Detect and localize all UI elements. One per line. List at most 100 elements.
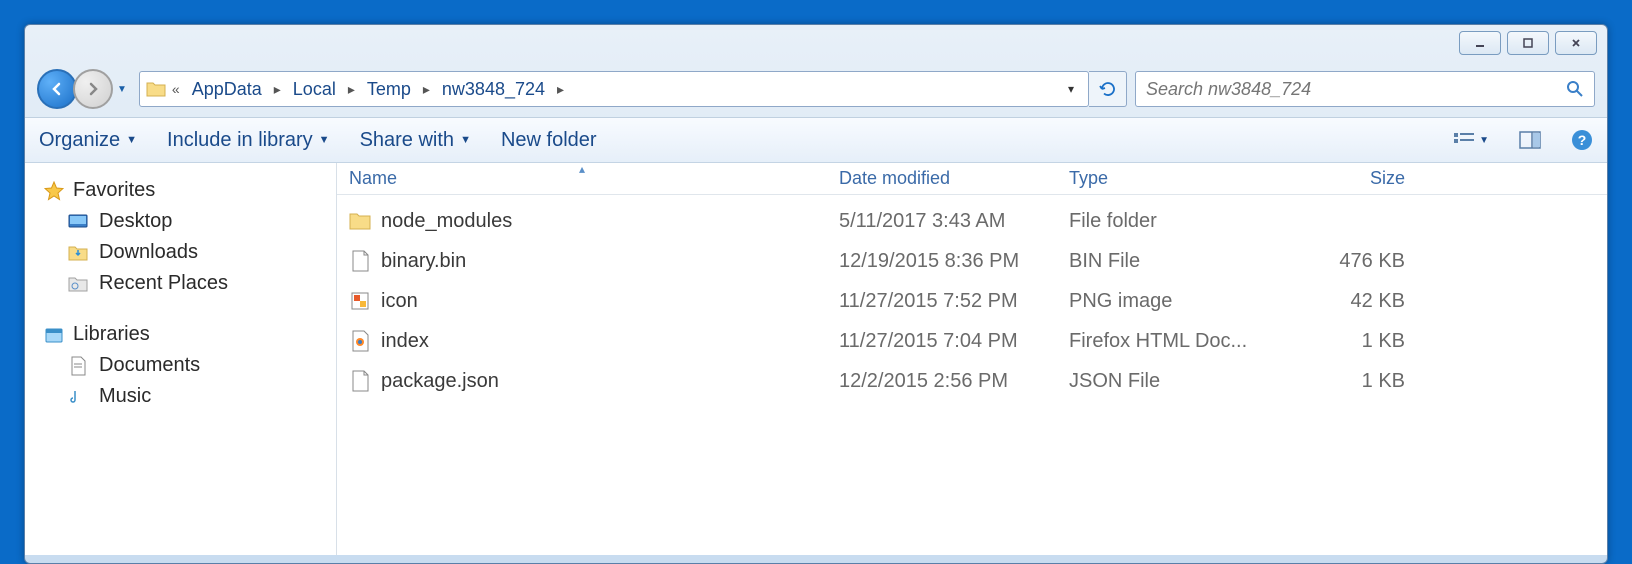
preview-pane-button[interactable] [1519,131,1541,149]
chevron-down-icon: ▼ [1479,135,1489,146]
sort-ascending-icon: ▴ [579,163,585,176]
share-with-menu[interactable]: Share with ▼ [360,129,471,152]
breadcrumb-chevron-icon[interactable]: ▸ [272,81,283,98]
sidebar-item-downloads[interactable]: Downloads [33,237,328,268]
explorer-window: ▼ « AppData ▸ Local ▸ Temp ▸ nw3848_724 … [24,24,1608,564]
file-row[interactable]: package.json 12/2/2015 2:56 PMJSON File1 … [337,361,1607,401]
nav-history-dropdown[interactable]: ▼ [113,84,131,95]
organize-menu[interactable]: Organize▼ [39,129,137,152]
address-dropdown[interactable]: ▾ [1060,82,1082,96]
file-list: ▴ Name Date modified Type Size node_modu… [337,163,1607,555]
file-date: 11/27/2015 7:04 PM [827,326,1057,357]
close-button[interactable] [1555,31,1597,55]
file-name: index [381,330,429,353]
favorites-header[interactable]: Favorites [33,175,328,206]
sidebar-item-label: Recent Places [99,272,228,295]
column-header-date[interactable]: Date modified [827,164,1057,193]
sidebar-item-documents[interactable]: Documents [33,350,328,381]
new-folder-button[interactable]: New folder [501,129,597,152]
minimize-button[interactable] [1459,31,1501,55]
address-bar[interactable]: « AppData ▸ Local ▸ Temp ▸ nw3848_724 ▸ … [139,71,1089,107]
refresh-button[interactable] [1089,71,1127,107]
star-icon [43,180,65,202]
file-name: icon [381,290,418,313]
search-bar[interactable] [1135,71,1595,107]
desktop-icon [67,211,89,233]
back-button[interactable] [37,69,77,109]
file-row[interactable]: icon11/27/2015 7:52 PMPNG image42 KB [337,281,1607,321]
file-date: 12/2/2015 2:56 PM [827,366,1057,397]
folder-icon [349,210,371,232]
breadcrumb-segment[interactable]: AppData [186,77,268,102]
organize-label: Organize [39,129,120,152]
nav-buttons: ▼ [37,69,131,109]
sidebar-item-desktop[interactable]: Desktop [33,206,328,237]
chevron-down-icon: ▼ [460,134,471,146]
libraries-header[interactable]: Libraries [33,319,328,350]
file-name: node_modules [381,210,512,233]
file-name: binary.bin [381,250,466,273]
sidebar-item-label: Documents [99,354,200,377]
sidebar-item-music[interactable]: Music [33,381,328,412]
column-header-size[interactable]: Size [1287,164,1417,193]
help-button[interactable]: ? [1571,129,1593,151]
column-header-type[interactable]: Type [1057,164,1287,193]
file-row[interactable]: index 11/27/2015 7:04 PMFirefox HTML Doc.… [337,321,1607,361]
window-controls [1459,31,1597,55]
folder-icon [146,80,166,98]
share-label: Share with [360,129,455,152]
file-size: 42 KB [1287,286,1417,317]
libraries-icon [43,324,65,346]
favorites-label: Favorites [73,179,155,202]
file-type: File folder [1057,206,1287,237]
music-icon [67,386,89,408]
column-label: Size [1370,168,1405,188]
column-header-name[interactable]: ▴ Name [337,164,827,193]
breadcrumb-segment[interactable]: nw3848_724 [436,77,551,102]
sidebar-item-recent[interactable]: Recent Places [33,268,328,299]
sidebar-item-label: Desktop [99,210,172,233]
breadcrumb-chevron-icon[interactable]: ▸ [555,81,566,98]
navigation-row: ▼ « AppData ▸ Local ▸ Temp ▸ nw3848_724 … [25,25,1607,117]
png-icon [349,290,371,312]
breadcrumb-segment[interactable]: Local [287,77,342,102]
libraries-group: Libraries Documents Music [33,319,328,412]
file-row[interactable]: binary.bin 12/19/2015 8:36 PMBIN File476 … [337,241,1607,281]
file-name: package.json [381,370,499,393]
search-icon[interactable] [1566,80,1584,98]
sidebar-item-label: Downloads [99,241,198,264]
file-size: 476 KB [1287,246,1417,277]
column-label: Date modified [839,168,950,188]
include-label: Include in library [167,129,313,152]
file-date: 5/11/2017 3:43 AM [827,206,1057,237]
file-type: BIN File [1057,246,1287,277]
file-date: 12/19/2015 8:36 PM [827,246,1057,277]
file-type: JSON File [1057,366,1287,397]
favorites-group: Favorites Desktop Downloads Recent Place… [33,175,328,299]
maximize-button[interactable] [1507,31,1549,55]
html-icon [349,330,371,352]
breadcrumb-chevron-icon[interactable]: ▸ [421,81,432,98]
forward-button[interactable] [73,69,113,109]
file-row[interactable]: node_modules 5/11/2017 3:43 AMFile folder [337,201,1607,241]
include-in-library-menu[interactable]: Include in library ▼ [167,129,330,152]
navigation-pane: Favorites Desktop Downloads Recent Place… [25,163,337,555]
sidebar-item-label: Music [99,385,151,408]
file-icon [349,370,371,392]
svg-text:?: ? [1578,132,1587,148]
file-size: 1 KB [1287,366,1417,397]
file-size [1287,217,1417,225]
file-type: Firefox HTML Doc... [1057,326,1287,357]
file-icon [349,250,371,272]
chevron-down-icon: ▼ [319,134,330,146]
breadcrumb-segment[interactable]: Temp [361,77,417,102]
breadcrumb-root-chevron[interactable]: « [170,81,182,97]
toolbar: Organize▼ Include in library▼ Share with… [25,117,1607,163]
view-options-button[interactable]: ▼ [1453,132,1489,148]
documents-icon [67,355,89,377]
file-type: PNG image [1057,286,1287,317]
search-input[interactable] [1146,79,1566,100]
file-rows: node_modules 5/11/2017 3:43 AMFile folder… [337,195,1607,401]
breadcrumb-chevron-icon[interactable]: ▸ [346,81,357,98]
downloads-icon [67,242,89,264]
